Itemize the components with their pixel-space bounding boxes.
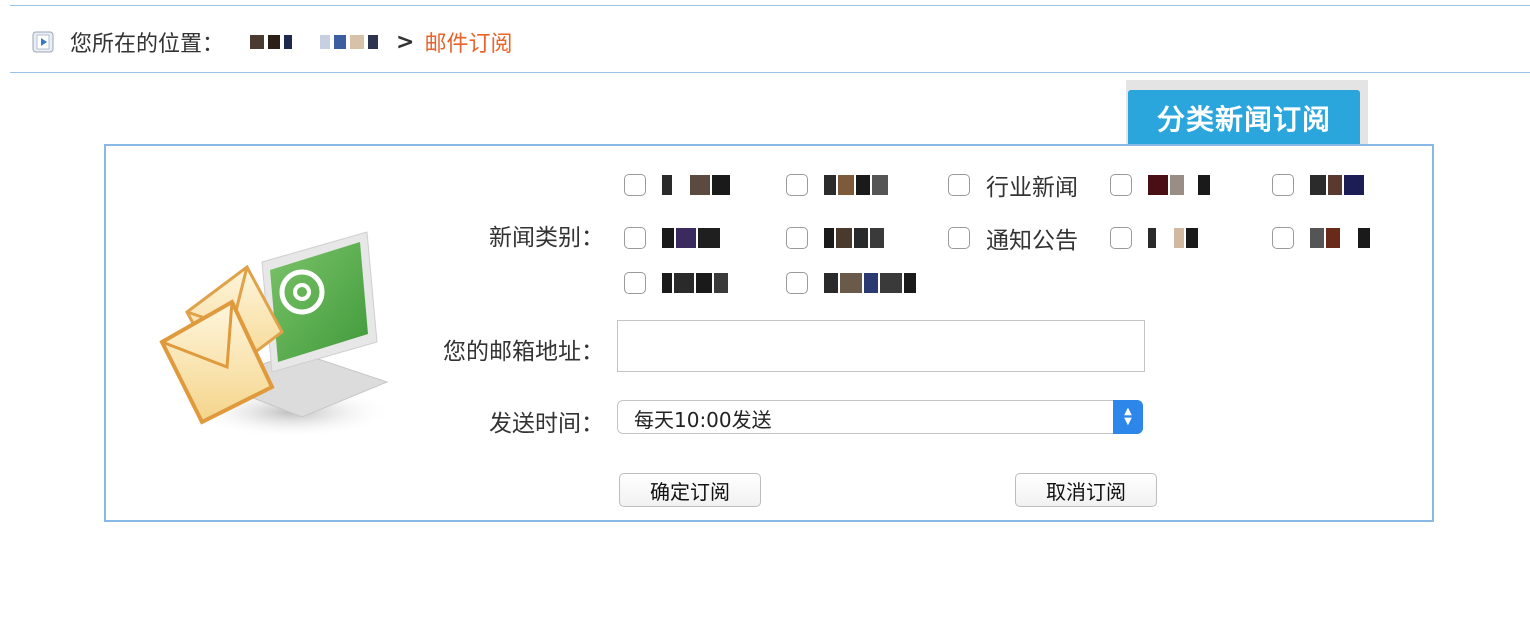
- category-option-11[interactable]: [624, 272, 786, 294]
- category-label: 新闻类别：: [489, 225, 604, 251]
- header-divider: [10, 72, 1530, 73]
- category-checkbox[interactable]: [948, 227, 970, 249]
- category-option-9[interactable]: [1110, 227, 1272, 249]
- play-arrow-icon: [32, 31, 54, 53]
- email-label: 您的邮箱地址：: [443, 339, 604, 365]
- confirm-subscribe-button[interactable]: 确定订阅: [619, 473, 761, 507]
- category-checkbox[interactable]: [1272, 227, 1294, 249]
- breadcrumb-label: 您所在的位置：: [70, 32, 225, 57]
- category-option-notices[interactable]: 通知公告: [948, 221, 1110, 255]
- category-checkbox[interactable]: [1110, 174, 1132, 196]
- category-checkbox[interactable]: [624, 272, 646, 294]
- breadcrumb-separator: >: [396, 29, 415, 55]
- category-option-12[interactable]: [786, 272, 948, 294]
- category-checkbox[interactable]: [624, 227, 646, 249]
- category-checkbox[interactable]: [624, 174, 646, 196]
- category-option-10[interactable]: [1272, 227, 1434, 249]
- mail-envelope-icon: [159, 231, 392, 438]
- send-time-select[interactable]: 每天10:00发送 ▲ ▼: [617, 400, 1143, 434]
- category-option-label: 行业新闻: [986, 175, 1078, 201]
- cancel-subscribe-button[interactable]: 取消订阅: [1015, 473, 1157, 507]
- category-checkbox[interactable]: [786, 227, 808, 249]
- category-option-7[interactable]: [786, 227, 948, 249]
- category-option-2[interactable]: [786, 174, 948, 196]
- category-row-1: 行业新闻: [624, 168, 1434, 202]
- breadcrumb-current: 邮件订阅: [424, 32, 513, 57]
- category-checkbox[interactable]: [786, 174, 808, 196]
- send-time-label: 发送时间：: [489, 411, 604, 437]
- send-time-value: 每天10:00发送: [634, 408, 772, 432]
- breadcrumb-obscured-links[interactable]: [250, 35, 379, 49]
- tab-category-subscription[interactable]: 分类新闻订阅: [1128, 90, 1360, 146]
- category-option-1[interactable]: [624, 174, 786, 196]
- top-divider: [10, 5, 1530, 6]
- email-field[interactable]: [617, 320, 1145, 372]
- category-option-industry-news[interactable]: 行业新闻: [948, 168, 1110, 202]
- category-row-2: 通知公告: [624, 221, 1434, 255]
- category-checkbox[interactable]: [786, 272, 808, 294]
- category-option-6[interactable]: [624, 227, 786, 249]
- category-checkbox[interactable]: [1272, 174, 1294, 196]
- category-option-label: 通知公告: [986, 228, 1078, 254]
- category-checkbox[interactable]: [1110, 227, 1132, 249]
- chevron-updown-icon: ▲ ▼: [1113, 400, 1143, 434]
- category-checkbox[interactable]: [948, 174, 970, 196]
- tab-bar: 分类新闻订阅: [1126, 80, 1368, 146]
- category-option-5[interactable]: [1272, 174, 1434, 196]
- breadcrumb: 您所在的位置： > 邮件订阅: [10, 20, 1520, 64]
- category-option-4[interactable]: [1110, 174, 1272, 196]
- category-row-3: [624, 272, 948, 294]
